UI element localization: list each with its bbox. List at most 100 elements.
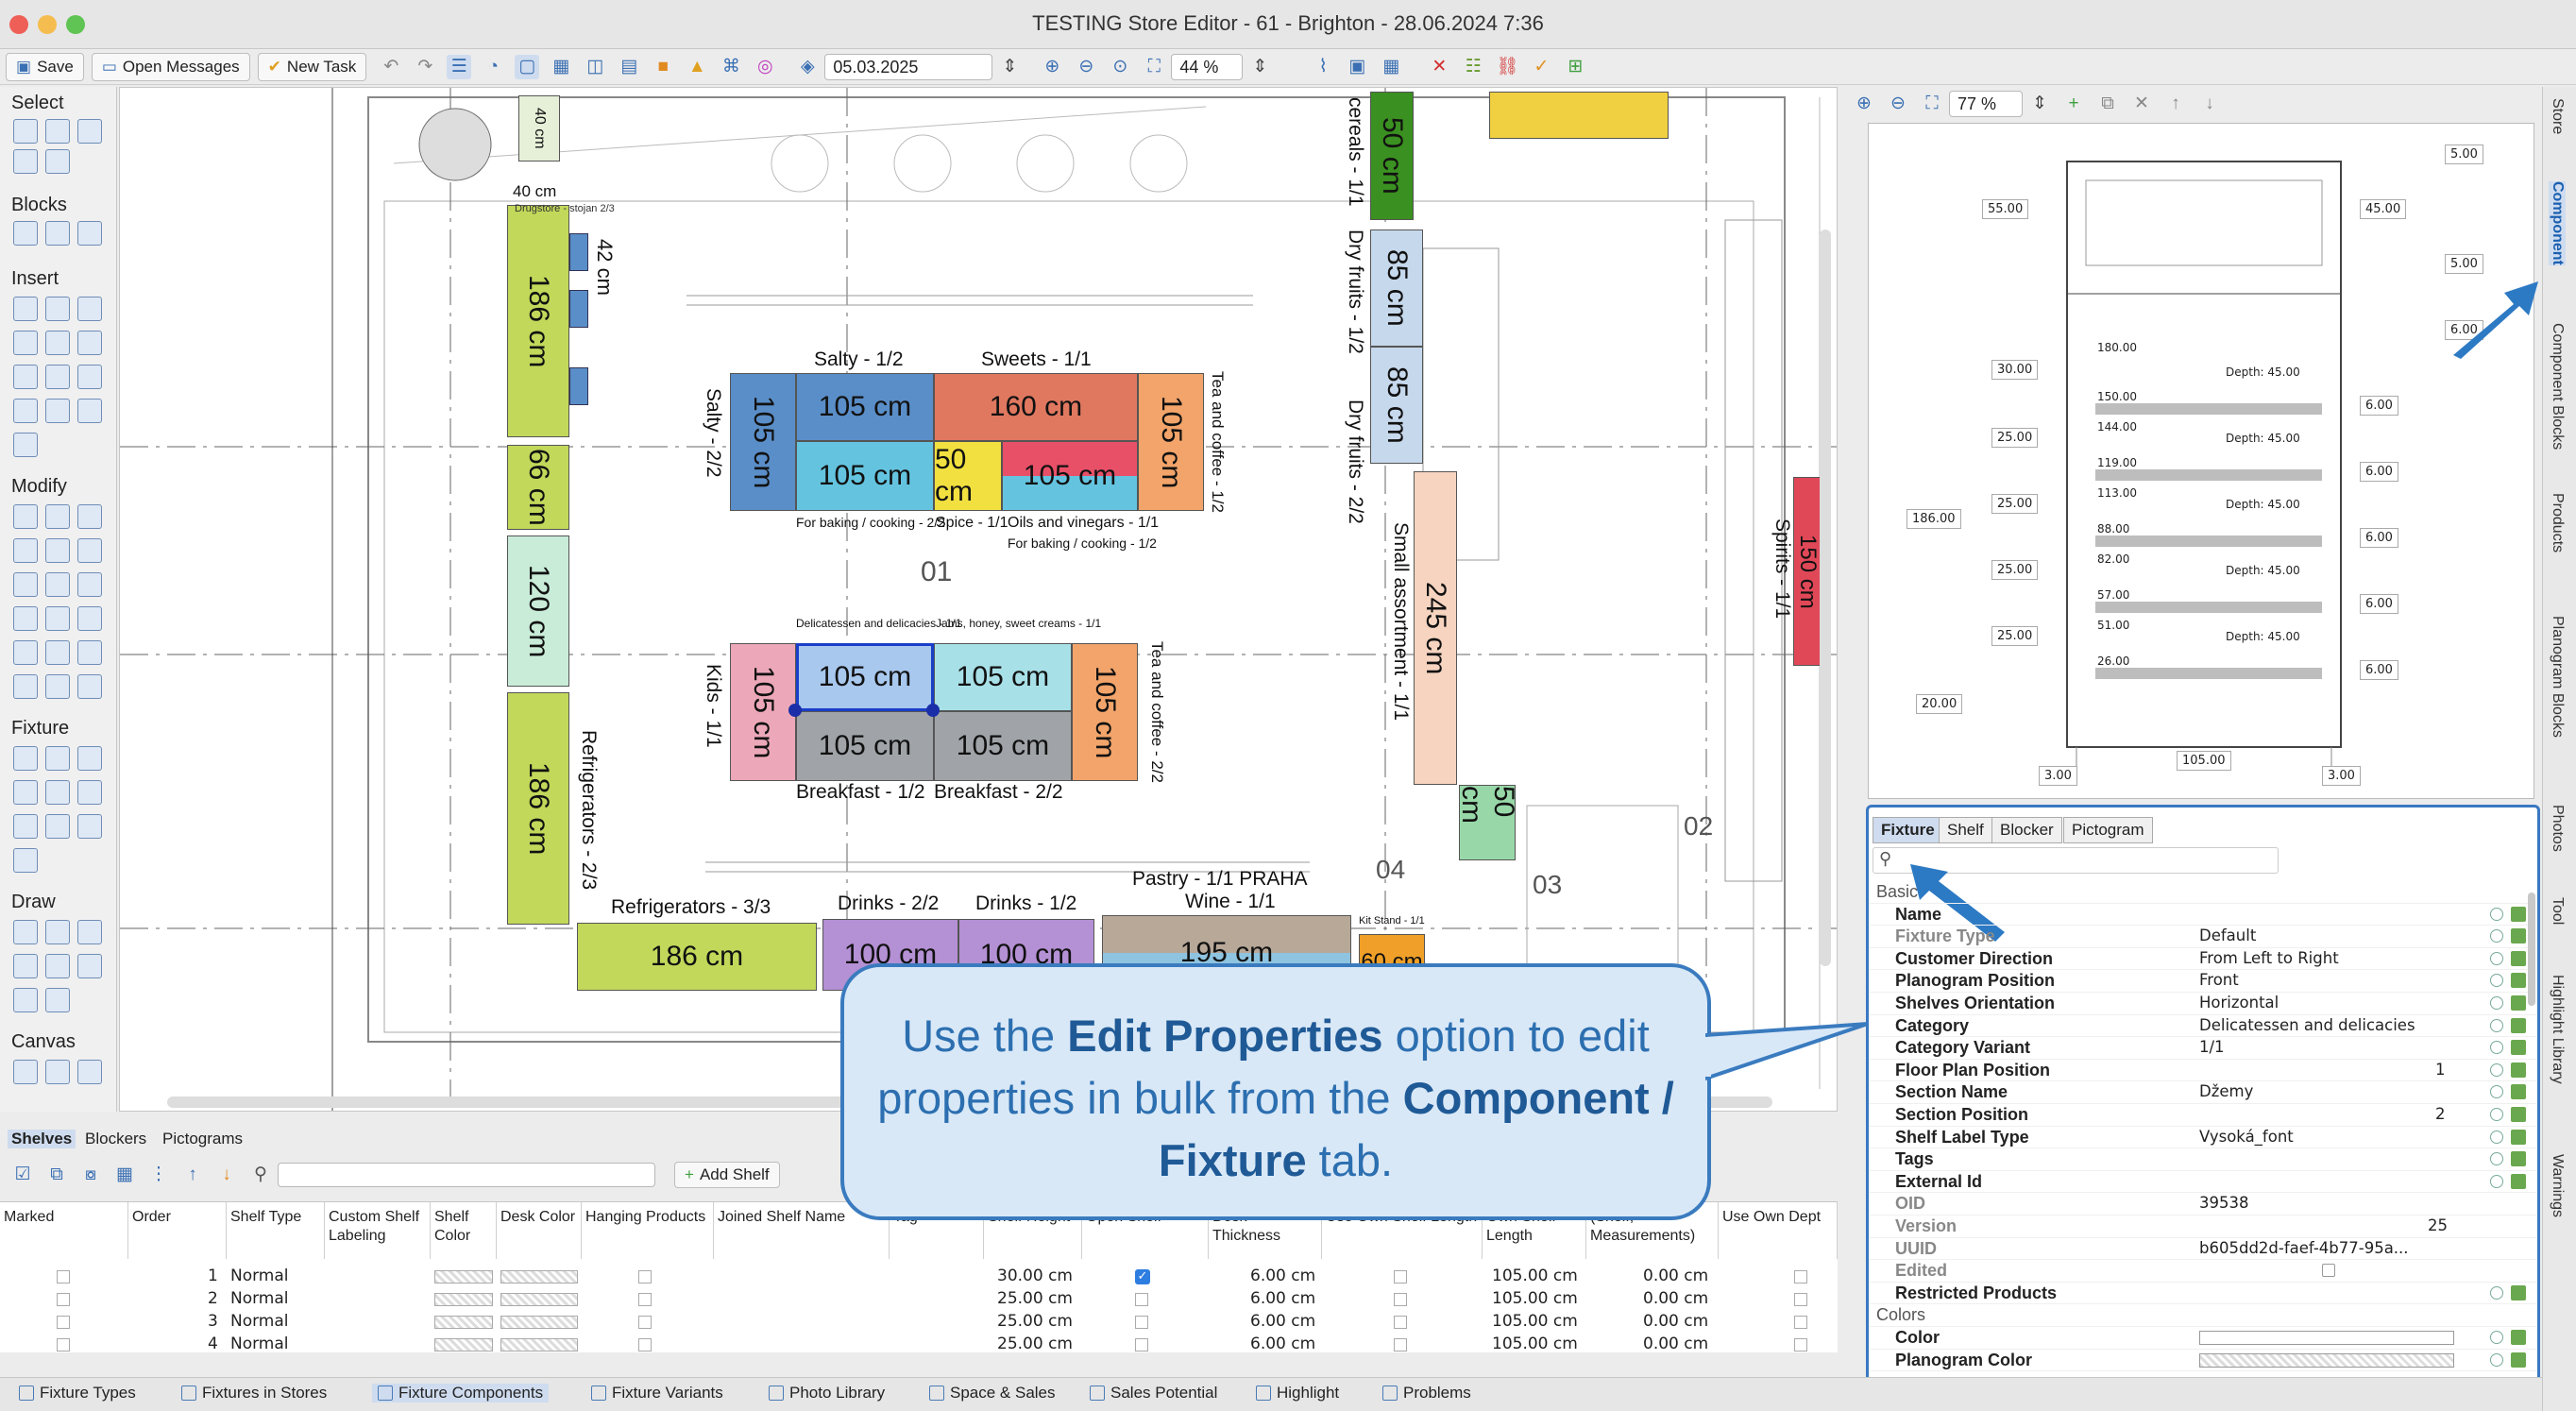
insert-icon-11[interactable]: [45, 399, 70, 423]
insert-icon-5[interactable]: [45, 331, 70, 355]
prop-row[interactable]: Version 25: [1869, 1216, 2537, 1238]
fixture-breakfast-105-b[interactable]: 105 cm: [934, 711, 1072, 781]
draw-line-icon[interactable]: [13, 920, 38, 944]
fixture-deli-105-selected[interactable]: 105 cm: [796, 643, 934, 711]
camera-icon[interactable]: ◎: [753, 55, 777, 79]
modify-icon-11[interactable]: [45, 606, 70, 631]
reset-icon[interactable]: [2490, 907, 2503, 921]
canvas-icon-2[interactable]: [45, 1060, 70, 1084]
modify-icon-5[interactable]: [45, 538, 70, 563]
connect-icon[interactable]: ⌘: [719, 55, 743, 79]
zoom-fit-icon[interactable]: ⊙: [1108, 55, 1132, 79]
redo-icon[interactable]: ↷: [413, 55, 437, 79]
preview-shelf-2[interactable]: [2095, 469, 2322, 481]
reset-icon[interactable]: [2490, 1041, 2503, 1055]
draw-spline-icon[interactable]: [45, 954, 70, 978]
use-own-length-checkbox[interactable]: [1394, 1316, 1407, 1329]
tab-planogram-blocks[interactable]: Planogram Blocks: [2549, 616, 2566, 738]
modify-icon-17[interactable]: [45, 674, 70, 699]
canvas-v-scrollbar[interactable]: [1820, 230, 1831, 966]
fixture-spirits-150[interactable]: 150 cm: [1793, 477, 1822, 666]
reset-icon[interactable]: [2490, 1285, 2503, 1300]
select-arrow-icon[interactable]: [13, 119, 38, 144]
edit-icon[interactable]: [2511, 1284, 2526, 1300]
date-field[interactable]: 05.03.2025: [824, 53, 993, 80]
hanging-checkbox[interactable]: [638, 1270, 652, 1284]
undo-icon[interactable]: ↶: [379, 55, 403, 79]
group-colors[interactable]: Colors: [1869, 1304, 2537, 1327]
edit-icon[interactable]: [2511, 1330, 2526, 1345]
prop-row[interactable]: Planogram Color: [1869, 1350, 2537, 1372]
layers-icon[interactable]: ◫: [583, 55, 607, 79]
prop-row[interactable]: OID 39538: [1869, 1193, 2537, 1216]
col-shelf-color[interactable]: Shelf Color: [431, 1202, 497, 1259]
fixture-green-50[interactable]: 50 cm: [1456, 785, 1519, 860]
modify-icon-10[interactable]: [13, 606, 38, 631]
move-up-icon[interactable]: ↑: [180, 1163, 205, 1187]
fixture-120[interactable]: 120 cm: [507, 536, 569, 687]
select-all-icon[interactable]: ☑: [10, 1163, 35, 1187]
insert-icon-4[interactable]: [13, 331, 38, 355]
copy-icon[interactable]: ⧉: [44, 1163, 69, 1187]
fixture-cereals-50[interactable]: 50 cm: [1370, 92, 1414, 220]
prop-row[interactable]: Category Variant 1/1: [1869, 1037, 2537, 1060]
fixture-icon-2[interactable]: [45, 746, 70, 771]
prop-row[interactable]: Section Name Džemy: [1869, 1081, 2537, 1104]
list-check-icon[interactable]: ☷: [1461, 55, 1485, 79]
reset-icon[interactable]: [2490, 1062, 2503, 1077]
fixture-42-c[interactable]: [569, 367, 588, 405]
reset-icon[interactable]: [2490, 1352, 2503, 1367]
edit-icon[interactable]: [2511, 1040, 2526, 1056]
insert-icon-10[interactable]: [13, 399, 38, 423]
edit-icon[interactable]: [2511, 950, 2526, 966]
prop-row[interactable]: Shelf Label Type Vysoká_font: [1869, 1127, 2537, 1149]
fixture-dry-85-a[interactable]: 85 cm: [1370, 230, 1423, 347]
tab-blockers[interactable]: Blockers: [85, 1130, 146, 1148]
more-icon[interactable]: ⋮: [146, 1163, 171, 1187]
tab-warnings[interactable]: Warnings: [2549, 1154, 2566, 1217]
select-layer-icon[interactable]: [13, 149, 38, 174]
hanging-checkbox[interactable]: [638, 1338, 652, 1352]
tab-highlight[interactable]: Highlight: [1256, 1384, 1339, 1402]
fixture-icon-10[interactable]: [13, 848, 38, 873]
fixture-refrigerators-186[interactable]: 186 cm: [507, 692, 569, 925]
shelf-color-swatch[interactable]: [434, 1316, 493, 1329]
new-task-button[interactable]: ✔ New Task: [257, 52, 367, 81]
col-custom-labeling[interactable]: Custom Shelf Labeling: [325, 1202, 431, 1259]
open-shelf-checkbox[interactable]: [1135, 1293, 1148, 1306]
modify-icon-6[interactable]: [77, 538, 102, 563]
tab-photos[interactable]: Photos: [2549, 805, 2566, 852]
tab-blocker[interactable]: Blocker: [1991, 817, 2062, 843]
tab-fixture[interactable]: Fixture: [1873, 817, 1943, 843]
preview-zoom-field[interactable]: 77 %: [1949, 91, 2023, 117]
edit-icon[interactable]: [2511, 973, 2526, 989]
preview-copy-icon[interactable]: ⧉: [2095, 92, 2120, 116]
add-task-icon[interactable]: ⊞: [1563, 55, 1587, 79]
modify-icon-3[interactable]: [77, 504, 102, 529]
reset-icon[interactable]: [2490, 1152, 2503, 1166]
col-desk-color[interactable]: Desk Color: [497, 1202, 582, 1259]
modify-icon-7[interactable]: [13, 572, 38, 597]
shelf-search-input[interactable]: [278, 1163, 655, 1187]
insert-icon-8[interactable]: [45, 365, 70, 389]
fixture-icon-7[interactable]: [13, 814, 38, 839]
open-shelf-checkbox-checked[interactable]: ✓: [1135, 1269, 1150, 1284]
fixture-dry-85-b[interactable]: 85 cm: [1370, 347, 1423, 464]
edit-icon[interactable]: [2511, 1352, 2526, 1368]
select-box-icon[interactable]: [45, 119, 70, 144]
reset-icon[interactable]: [2490, 1018, 2503, 1032]
edit-icon[interactable]: [2511, 1107, 2526, 1122]
prop-row[interactable]: Category Delicatessen and delicacies: [1869, 1015, 2537, 1038]
delete-icon[interactable]: ✕: [1427, 55, 1451, 79]
calendar-icon[interactable]: ▦: [1379, 55, 1403, 79]
reset-icon[interactable]: [2490, 1174, 2503, 1188]
draw-arc-icon[interactable]: [77, 920, 102, 944]
reset-icon[interactable]: [2490, 974, 2503, 988]
shelf-color-swatch[interactable]: [434, 1293, 493, 1306]
props-scrollbar[interactable]: [2528, 892, 2535, 1006]
table-icon[interactable]: ▦: [112, 1163, 137, 1187]
modify-icon-1[interactable]: [13, 504, 38, 529]
fixture-salty-top-105[interactable]: 105 cm: [796, 373, 934, 441]
modify-icon-18[interactable]: [77, 674, 102, 699]
fixture-tea-105[interactable]: 105 cm: [1138, 373, 1204, 511]
